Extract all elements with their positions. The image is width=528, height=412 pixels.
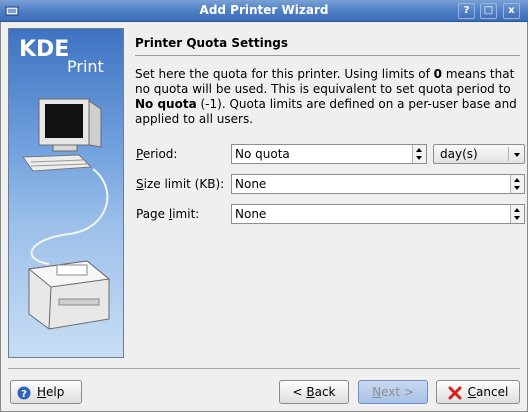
period-value: No quota [235,147,290,161]
spin-down-icon[interactable] [514,186,520,190]
svg-text:?: ? [21,389,27,400]
combo-separator [508,147,509,161]
next-button[interactable]: Next > [358,380,428,404]
period-spinbox[interactable]: No quota [231,144,427,164]
maximize-button[interactable]: □ [480,3,497,19]
spin-up-icon[interactable] [416,148,422,152]
help-button[interactable]: ? Help [10,380,82,404]
close-button[interactable]: x [503,3,520,19]
chevron-down-icon[interactable] [514,153,520,157]
size-limit-spinbox[interactable]: None [231,174,525,194]
size-limit-value: None [235,177,267,191]
wizard-side-image: KDE Print [8,28,124,358]
size-limit-label: Size limit (KB): [136,177,225,191]
back-button[interactable]: < Back [279,380,349,404]
spin-down-icon[interactable] [416,156,422,160]
spin-up-icon[interactable] [514,178,520,182]
size-limit-spin-buttons[interactable] [510,175,524,193]
cancel-icon [448,386,462,399]
printer-computer-illustration [22,98,111,330]
period-unit-value: day(s) [440,147,478,161]
title-bar[interactable]: Add Printer Wizard ? □ x [0,0,528,22]
page-limit-value: None [235,207,267,221]
description-bold-zero: 0 [433,67,442,81]
description-bold-no-quota: No quota [135,97,197,111]
heading-divider [135,55,520,56]
page-limit-spin-buttons[interactable] [510,205,524,223]
page-title: Printer Quota Settings [135,36,288,50]
window-title: Add Printer Wizard [199,3,329,17]
cancel-button[interactable]: Cancel [436,380,520,404]
period-spin-buttons[interactable] [412,145,426,163]
description-text: Set here the quota for this printer. Usi… [135,67,434,81]
quota-description: Set here the quota for this printer. Usi… [135,67,525,127]
button-area-divider [8,368,520,369]
help-icon: ? [17,386,31,400]
page-limit-label: Page limit: [136,207,200,221]
period-unit-select[interactable]: day(s) [433,144,525,164]
help-titlebar-button[interactable]: ? [458,3,475,19]
page-limit-spinbox[interactable]: None [231,204,525,224]
spin-down-icon[interactable] [514,216,520,220]
spin-up-icon[interactable] [514,208,520,212]
period-label: Period: [136,147,178,161]
